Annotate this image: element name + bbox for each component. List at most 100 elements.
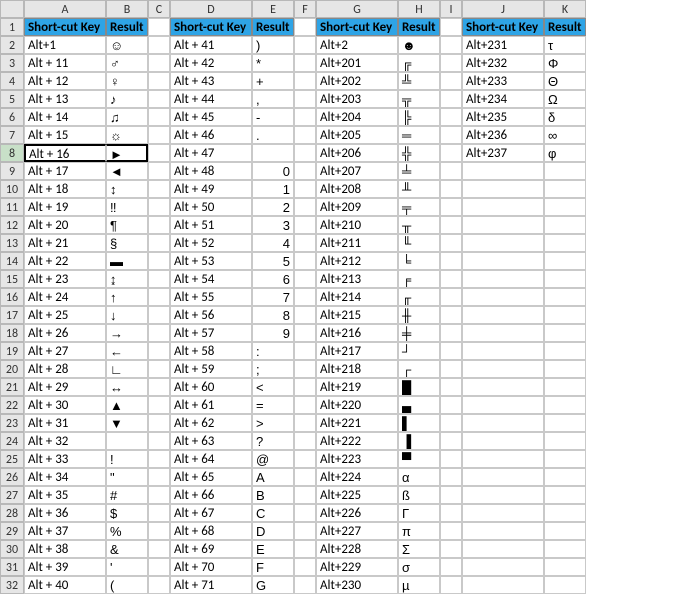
cell-K5[interactable]: Ω [544,90,586,108]
cell-G28[interactable]: Alt+226 [316,504,398,522]
cell-J28[interactable] [462,504,544,522]
cell-A17[interactable]: Alt + 25 [24,306,106,324]
cell-J6[interactable]: Alt+235 [462,108,544,126]
cell-A24[interactable]: Alt + 32 [24,432,106,450]
cell-H14[interactable]: ╘ [398,252,440,270]
cell-H6[interactable]: ╠ [398,108,440,126]
cell-K19[interactable] [544,342,586,360]
cell-C6[interactable] [148,108,170,126]
cell-B21[interactable]: ↔ [106,378,148,396]
cell-K29[interactable] [544,522,586,540]
cell-I29[interactable] [440,522,462,540]
cell-I8[interactable] [440,144,462,162]
cell-A10[interactable]: Alt + 18 [24,180,106,198]
row-header-4[interactable]: 4 [0,72,24,90]
cell-J22[interactable] [462,396,544,414]
cell-C28[interactable] [148,504,170,522]
cell-I22[interactable] [440,396,462,414]
row-header-29[interactable]: 29 [0,522,24,540]
cell-J13[interactable] [462,234,544,252]
cell-A18[interactable]: Alt + 26 [24,324,106,342]
cell-J20[interactable] [462,360,544,378]
cell-J3[interactable]: Alt+232 [462,54,544,72]
cell-K25[interactable] [544,450,586,468]
cell-F8[interactable] [294,144,316,162]
row-header-16[interactable]: 16 [0,288,24,306]
cell-G7[interactable]: Alt+205 [316,126,398,144]
cell-E19[interactable]: : [252,342,294,360]
cell-A26[interactable]: Alt + 34 [24,468,106,486]
cell-C23[interactable] [148,414,170,432]
cell-C17[interactable] [148,306,170,324]
cell-I23[interactable] [440,414,462,432]
cell-H13[interactable]: ╙ [398,234,440,252]
cell-K18[interactable] [544,324,586,342]
cell-K6[interactable]: δ [544,108,586,126]
cell-A22[interactable]: Alt + 30 [24,396,106,414]
cell-B29[interactable]: % [106,522,148,540]
cell-C31[interactable] [148,558,170,576]
cell-H15[interactable]: ╒ [398,270,440,288]
cell-K17[interactable] [544,306,586,324]
cell-F18[interactable] [294,324,316,342]
cell-A4[interactable]: Alt + 12 [24,72,106,90]
cell-I16[interactable] [440,288,462,306]
cell-K23[interactable] [544,414,586,432]
cell-H21[interactable]: █ [398,378,440,396]
cell-I5[interactable] [440,90,462,108]
cell-E27[interactable]: B [252,486,294,504]
cell-H4[interactable]: ╩ [398,72,440,90]
cell-I15[interactable] [440,270,462,288]
cell-J30[interactable] [462,540,544,558]
cell-E7[interactable]: . [252,126,294,144]
col-header-I[interactable]: I [440,0,462,18]
cell-J32[interactable] [462,576,544,594]
cell-G13[interactable]: Alt+211 [316,234,398,252]
cell-H3[interactable]: ╔ [398,54,440,72]
cell-J10[interactable] [462,180,544,198]
cell-H29[interactable]: π [398,522,440,540]
cell-A13[interactable]: Alt + 21 [24,234,106,252]
row-header-9[interactable]: 9 [0,162,24,180]
cell-G4[interactable]: Alt+202 [316,72,398,90]
cell-H16[interactable]: ╓ [398,288,440,306]
cell-B25[interactable]: ! [106,450,148,468]
cell-G6[interactable]: Alt+204 [316,108,398,126]
col-header-F[interactable]: F [294,0,316,18]
cell-G29[interactable]: Alt+227 [316,522,398,540]
cell-K26[interactable] [544,468,586,486]
cell-K21[interactable] [544,378,586,396]
cell-F9[interactable] [294,162,316,180]
row-header-13[interactable]: 13 [0,234,24,252]
cell-E2[interactable]: ) [252,36,294,54]
cell-F14[interactable] [294,252,316,270]
cell-A14[interactable]: Alt + 22 [24,252,106,270]
cell-C32[interactable] [148,576,170,594]
cell-B24[interactable] [106,432,148,450]
cell-E12[interactable]: 3 [252,216,294,234]
cell-G32[interactable]: Alt+230 [316,576,398,594]
cell-H2[interactable]: ☻ [398,36,440,54]
cell-I24[interactable] [440,432,462,450]
cell-G15[interactable]: Alt+213 [316,270,398,288]
cell-I18[interactable] [440,324,462,342]
cell-J29[interactable] [462,522,544,540]
cell-D31[interactable]: Alt + 70 [170,558,252,576]
cell-J11[interactable] [462,198,544,216]
cell-D2[interactable]: Alt + 41 [170,36,252,54]
cell-A19[interactable]: Alt + 27 [24,342,106,360]
cell-K4[interactable]: Θ [544,72,586,90]
cell-K31[interactable] [544,558,586,576]
cell-A9[interactable]: Alt + 17 [24,162,106,180]
cell-G14[interactable]: Alt+212 [316,252,398,270]
col-header-K[interactable]: K [544,0,586,18]
col-header-J[interactable]: J [462,0,544,18]
cell-A20[interactable]: Alt + 28 [24,360,106,378]
cell-I25[interactable] [440,450,462,468]
cell-B17[interactable]: ↓ [106,306,148,324]
cell-C7[interactable] [148,126,170,144]
cell-K27[interactable] [544,486,586,504]
cell-C24[interactable] [148,432,170,450]
cell-A3[interactable]: Alt + 11 [24,54,106,72]
row-header-14[interactable]: 14 [0,252,24,270]
